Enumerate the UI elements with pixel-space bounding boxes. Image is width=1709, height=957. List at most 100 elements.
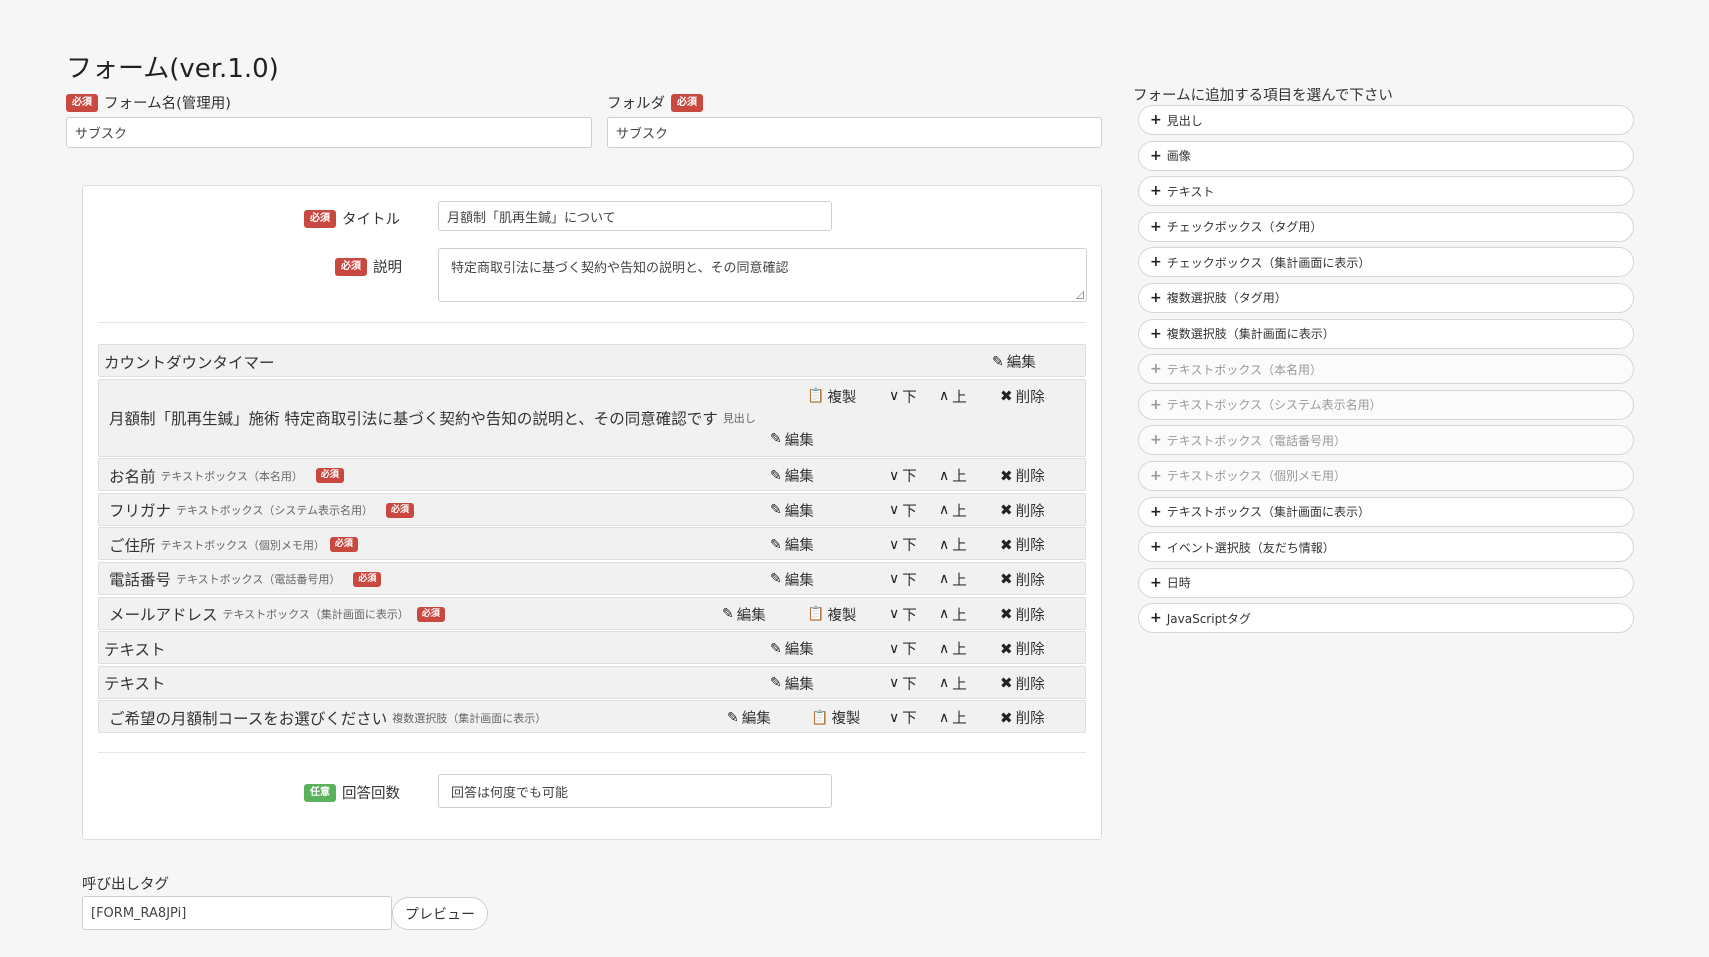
folder-label-text: フォルダ: [607, 96, 665, 112]
title-input[interactable]: 月額制「肌再生鍼」について: [438, 201, 832, 231]
form-item-countdown: カウントダウンタイマー ✎ 編集: [98, 344, 1086, 377]
add-checkbox-tag-button[interactable]: + チェックボックス（タグ用）: [1138, 211, 1634, 242]
move-down-button[interactable]: ∨ 下: [889, 494, 917, 527]
move-down-button[interactable]: ∨ 下: [889, 598, 917, 631]
move-up-button[interactable]: ∧ 上: [939, 632, 967, 665]
preview-button[interactable]: プレビュー: [392, 897, 488, 930]
edit-button[interactable]: ✎ 編集: [770, 563, 814, 596]
pencil-icon: ✎: [992, 353, 1004, 370]
edit-button[interactable]: ✎ 編集: [770, 667, 814, 700]
chevron-up-icon: ∧: [939, 502, 950, 519]
delete-button[interactable]: ✖ 削除: [1000, 459, 1045, 492]
move-down-button[interactable]: ∨ 下: [889, 563, 917, 596]
move-up-button[interactable]: ∧ 上: [939, 528, 967, 561]
move-up-button[interactable]: ∧ 上: [939, 494, 967, 527]
clipboard-icon: 📋: [807, 388, 825, 405]
add-image-button[interactable]: + 画像: [1138, 140, 1634, 171]
required-badge: 必須: [671, 93, 703, 112]
resize-handle[interactable]: [1076, 291, 1084, 299]
divider: [98, 752, 1086, 753]
description-label: 必須 説明: [335, 256, 402, 277]
edit-button[interactable]: ✎ 編集: [722, 598, 766, 631]
chevron-down-icon: ∨: [889, 388, 900, 405]
move-up-button[interactable]: ∧ 上: [939, 598, 967, 631]
answer-count-select[interactable]: 回答は何度でも可能: [438, 774, 832, 808]
copy-button[interactable]: 📋 複製: [807, 598, 856, 631]
item-type: テキストボックス（電話番号用）: [176, 573, 341, 587]
folder-select[interactable]: サブスク: [607, 117, 1102, 148]
move-down-button[interactable]: ∨ 下: [889, 701, 917, 734]
chevron-up-icon: ∧: [939, 606, 950, 623]
pencil-icon: ✎: [722, 606, 734, 623]
delete-button[interactable]: ✖ 削除: [1000, 528, 1045, 561]
add-heading-button[interactable]: + 見出し: [1138, 105, 1634, 135]
pencil-icon: ✎: [770, 431, 782, 448]
move-down-button[interactable]: ∨ 下: [889, 380, 917, 413]
move-down-button[interactable]: ∨ 下: [889, 667, 917, 700]
move-up-button[interactable]: ∧ 上: [939, 459, 967, 492]
delete-button[interactable]: ✖ 削除: [1000, 598, 1045, 631]
plus-icon: +: [1150, 254, 1162, 271]
plus-icon: +: [1150, 503, 1162, 520]
add-multichoice-tag-button[interactable]: + 複数選択肢（タグ用）: [1138, 282, 1634, 313]
plus-icon: +: [1150, 112, 1162, 128]
edit-button[interactable]: ✎ 編集: [992, 345, 1036, 378]
delete-button[interactable]: ✖ 削除: [1000, 701, 1045, 734]
move-up-button[interactable]: ∧ 上: [939, 701, 967, 734]
edit-button[interactable]: ✎ 編集: [770, 423, 814, 456]
edit-button[interactable]: ✎ 編集: [770, 459, 814, 492]
copy-button[interactable]: 📋 複製: [811, 701, 860, 734]
move-up-button[interactable]: ∧ 上: [939, 380, 967, 413]
page-title: フォーム(ver.1.0): [66, 54, 279, 84]
call-tag-input[interactable]: [FORM_RA8JPi]: [82, 896, 392, 930]
edit-button[interactable]: ✎ 編集: [770, 632, 814, 665]
add-checkbox-summary-button[interactable]: + チェックボックス（集計画面に表示）: [1138, 247, 1634, 278]
add-datetime-button[interactable]: + 日時: [1138, 567, 1634, 598]
required-badge: 必須: [329, 537, 358, 553]
copy-button[interactable]: 📋 複製: [807, 380, 856, 413]
add-javascript-tag-button[interactable]: + JavaScriptタグ: [1138, 603, 1634, 634]
form-name-label: 必須 フォーム名(管理用): [66, 92, 231, 113]
add-text-button[interactable]: + テキスト: [1138, 176, 1634, 207]
delete-button[interactable]: ✖ 削除: [1000, 563, 1045, 596]
move-down-button[interactable]: ∨ 下: [889, 632, 917, 665]
folder-label: フォルダ 必須: [607, 92, 703, 113]
add-textbox-displayname-button[interactable]: + テキストボックス（システム表示名用）: [1138, 389, 1634, 420]
close-icon: ✖: [1000, 639, 1013, 658]
form-item-phone: 電話番号 テキストボックス（電話番号用） 必須 ✎ 編集 ∨ 下 ∧ 上 ✖ 削除: [98, 561, 1086, 596]
delete-button[interactable]: ✖ 削除: [1000, 632, 1045, 665]
edit-button[interactable]: ✎ 編集: [770, 494, 814, 527]
add-textbox-realname-button[interactable]: + テキストボックス（本名用）: [1138, 354, 1634, 385]
edit-button[interactable]: ✎ 編集: [770, 528, 814, 561]
edit-button[interactable]: ✎ 編集: [727, 701, 771, 734]
close-icon: ✖: [1000, 708, 1013, 727]
form-item-address: ご住所 テキストボックス（個別メモ用） 必須 ✎ 編集 ∨ 下 ∧ 上 ✖ 削除: [98, 527, 1086, 561]
add-multichoice-summary-button[interactable]: + 複数選択肢（集計画面に表示）: [1138, 318, 1634, 349]
chevron-up-icon: ∧: [939, 536, 950, 553]
delete-button[interactable]: ✖ 削除: [1000, 380, 1045, 413]
description-text: 特定商取引法に基づく契約や告知の説明と、その同意確認: [451, 261, 789, 276]
add-textbox-memo-button[interactable]: + テキストボックス（個別メモ用）: [1138, 460, 1634, 491]
add-textbox-phone-button[interactable]: + テキストボックス（電話番号用）: [1138, 425, 1634, 456]
delete-button[interactable]: ✖ 削除: [1000, 494, 1045, 527]
move-up-button[interactable]: ∧ 上: [939, 667, 967, 700]
add-textbox-summary-button[interactable]: + テキストボックス（集計画面に表示）: [1138, 496, 1634, 527]
form-item-text: テキスト ✎ 編集 ∨ 下 ∧ 上 ✖ 削除: [98, 665, 1086, 700]
required-badge: 必須: [66, 93, 98, 112]
clipboard-icon: 📋: [807, 606, 825, 623]
description-textarea[interactable]: 特定商取引法に基づく契約や告知の説明と、その同意確認: [438, 248, 1087, 302]
answer-count-label: 任意 回答回数: [304, 782, 400, 803]
item-type: テキストボックス（個別メモ用）: [160, 538, 325, 552]
item-title: 電話番号: [109, 571, 172, 590]
move-down-button[interactable]: ∨ 下: [889, 459, 917, 492]
delete-button[interactable]: ✖ 削除: [1000, 667, 1045, 700]
divider: [98, 322, 1086, 323]
move-up-button[interactable]: ∧ 上: [939, 563, 967, 596]
add-item-list: + 見出し + 画像 + テキスト + チェックボックス（タグ用） + チェックボックス（…: [1138, 105, 1634, 639]
answer-count-label-text: 回答回数: [342, 786, 400, 802]
form-name-input[interactable]: サブスク: [66, 117, 592, 148]
move-down-button[interactable]: ∨ 下: [889, 528, 917, 561]
chevron-down-icon: ∨: [889, 709, 900, 726]
sidebar-title: フォームに追加する項目を選んで下さい: [1133, 88, 1393, 104]
add-event-choice-button[interactable]: + イベント選択肢（友だち情報）: [1138, 532, 1634, 563]
